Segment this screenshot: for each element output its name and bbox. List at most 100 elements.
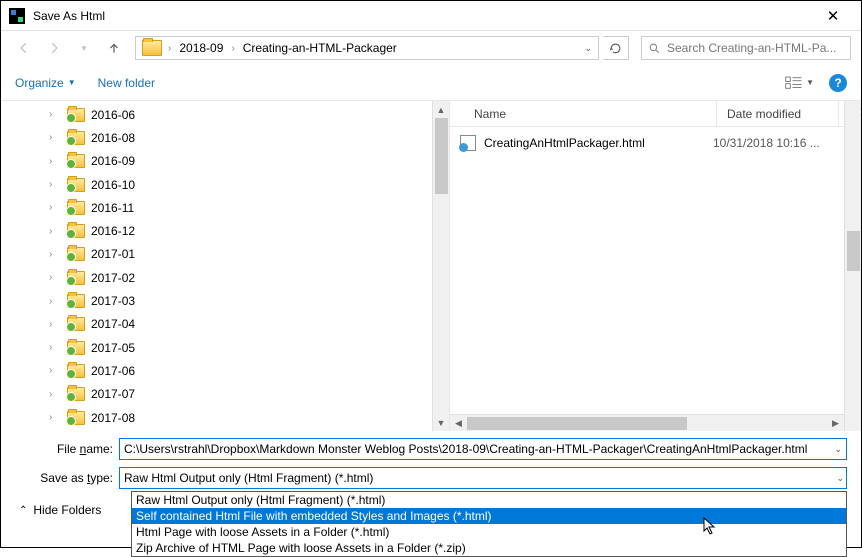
folder-label: 2017-08 (91, 411, 135, 425)
tree-folder[interactable]: › 2017-02 (49, 266, 449, 289)
expand-icon[interactable]: › (49, 109, 61, 120)
arrow-left-icon (17, 41, 31, 55)
saveastype-select[interactable]: Raw Html Output only (Html Fragment) (*.… (119, 467, 847, 489)
tree-folder[interactable]: ›2016-12 (49, 219, 449, 242)
folder-label: 2017-07 (91, 387, 135, 401)
folder-icon (67, 247, 85, 261)
breadcrumb-segment[interactable]: Creating-an-HTML-Packager (237, 37, 403, 59)
forward-button[interactable] (41, 35, 67, 61)
chevron-down-icon: ▼ (68, 78, 76, 87)
file-name: CreatingAnHtmlPackager.html (484, 136, 705, 150)
folder-icon (67, 154, 85, 168)
folder-icon (67, 178, 85, 192)
expand-icon[interactable]: › (49, 156, 61, 167)
expand-icon[interactable]: › (49, 202, 61, 213)
type-option[interactable]: Html Page with loose Assets in a Folder … (132, 524, 846, 540)
tree-folder[interactable]: ›2016-09 (49, 150, 449, 173)
folder-label: 2017-02 (91, 271, 135, 285)
chevron-down-icon: ▼ (806, 78, 814, 87)
column-date[interactable]: Date modified (717, 101, 839, 126)
chevron-right-icon: › (166, 43, 173, 54)
tree-scrollbar[interactable]: ▲ ▼ (432, 101, 449, 431)
file-row[interactable]: CreatingAnHtmlPackager.html 10/31/2018 1… (450, 131, 861, 155)
address-dropdown[interactable]: ⌄ (580, 43, 596, 54)
tree-folder[interactable]: › 2016-08 (49, 126, 449, 149)
app-icon (9, 8, 25, 24)
expand-icon[interactable]: › (49, 412, 61, 423)
expand-icon[interactable]: › (49, 249, 61, 260)
chevron-down-icon[interactable]: ⌄ (830, 444, 842, 455)
organize-menu[interactable]: Organize ▼ (15, 76, 76, 90)
hscroll-thumb[interactable] (467, 417, 687, 430)
folder-label: 2017-01 (91, 247, 135, 261)
tree-folder[interactable]: › 2017-03 (49, 289, 449, 312)
folder-label: 2017-03 (91, 294, 135, 308)
filename-label: File name: (15, 442, 119, 456)
nav-row: ▾ › 2018-09 › Creating-an-HTML-Packager … (1, 31, 861, 65)
file-vscrollbar[interactable] (844, 101, 861, 431)
expand-icon[interactable]: › (49, 365, 61, 376)
hide-folders-label: Hide Folders (33, 503, 101, 517)
recent-dropdown[interactable]: ▾ (71, 35, 97, 61)
tree-folder[interactable]: ›2016-11 (49, 196, 449, 219)
toolbar: Organize ▼ New folder ▼ ? (1, 65, 861, 101)
scroll-down-icon[interactable]: ▼ (433, 414, 449, 431)
close-button[interactable]: ✕ (813, 7, 853, 25)
refresh-button[interactable] (603, 36, 629, 60)
column-headers: Name Date modified Ty (450, 101, 861, 127)
view-icon (785, 76, 803, 90)
tree-folder[interactable]: › 2017-08 (49, 406, 449, 429)
tree-folder[interactable]: ›2017-05 (49, 336, 449, 359)
tree-folder[interactable]: › 2017-04 (49, 313, 449, 336)
hide-folders-toggle[interactable]: ⌃ Hide Folders (15, 503, 101, 517)
folder-label: 2016-10 (91, 178, 135, 192)
expand-icon[interactable]: › (49, 296, 61, 307)
folder-icon (67, 411, 85, 425)
scroll-left-icon[interactable]: ◀ (450, 415, 467, 431)
expand-icon[interactable]: › (49, 272, 61, 283)
expand-icon[interactable]: › (49, 319, 61, 330)
tree-folder[interactable]: ›2017-06 (49, 359, 449, 382)
folder-label: 2017-04 (91, 317, 135, 331)
search-icon (648, 42, 661, 55)
view-mode-button[interactable]: ▼ (780, 73, 819, 93)
up-button[interactable] (101, 35, 127, 61)
search-placeholder: Search Creating-an-HTML-Pa... (667, 41, 836, 55)
type-option[interactable]: Self contained Html File with embedded S… (132, 508, 846, 524)
type-option[interactable]: Raw Html Output only (Html Fragment) (*.… (132, 492, 846, 508)
back-button[interactable] (11, 35, 37, 61)
tree-folder[interactable]: › 2016-10 (49, 173, 449, 196)
tree-folder[interactable]: › 2016-06 (49, 103, 449, 126)
saveastype-dropdown[interactable]: Raw Html Output only (Html Fragment) (*.… (131, 491, 847, 557)
filename-input[interactable]: C:\Users\rstrahl\Dropbox\Markdown Monste… (119, 438, 847, 460)
folder-label: 2016-08 (91, 131, 135, 145)
help-button[interactable]: ? (829, 74, 847, 92)
saveastype-label: Save as type: (15, 471, 119, 485)
expand-icon[interactable]: › (49, 389, 61, 400)
expand-icon[interactable]: › (49, 132, 61, 143)
tree-folder[interactable]: › 2017-07 (49, 383, 449, 406)
scroll-right-icon[interactable]: ▶ (827, 415, 844, 431)
expand-icon[interactable]: › (49, 179, 61, 190)
vscroll-thumb[interactable] (847, 231, 860, 271)
breadcrumb-segment[interactable]: 2018-09 (173, 37, 229, 59)
file-date: 10/31/2018 10:16 ... (713, 136, 835, 150)
column-name[interactable]: Name (464, 101, 717, 126)
address-bar[interactable]: › 2018-09 › Creating-an-HTML-Packager ⌄ (135, 36, 599, 60)
type-option[interactable]: Zip Archive of HTML Page with loose Asse… (132, 540, 846, 556)
file-hscrollbar[interactable]: ◀ ▶ (450, 414, 844, 431)
explorer-body: ›2016-06›2016-08›2016-09›2016-10›2016-11… (1, 101, 861, 431)
arrow-up-icon (107, 41, 121, 55)
expand-icon[interactable]: › (49, 226, 61, 237)
scroll-up-icon[interactable]: ▲ (433, 101, 449, 118)
folder-label: 2016-06 (91, 108, 135, 122)
search-input[interactable]: Search Creating-an-HTML-Pa... (641, 36, 851, 60)
folder-icon (67, 364, 85, 378)
folder-tree: ›2016-06›2016-08›2016-09›2016-10›2016-11… (1, 101, 449, 431)
new-folder-button[interactable]: New folder (98, 76, 155, 90)
arrow-right-icon (47, 41, 61, 55)
folder-icon (67, 108, 85, 122)
tree-folder[interactable]: › 2017-01 (49, 243, 449, 266)
expand-icon[interactable]: › (49, 342, 61, 353)
tree-scroll-thumb[interactable] (435, 118, 448, 194)
